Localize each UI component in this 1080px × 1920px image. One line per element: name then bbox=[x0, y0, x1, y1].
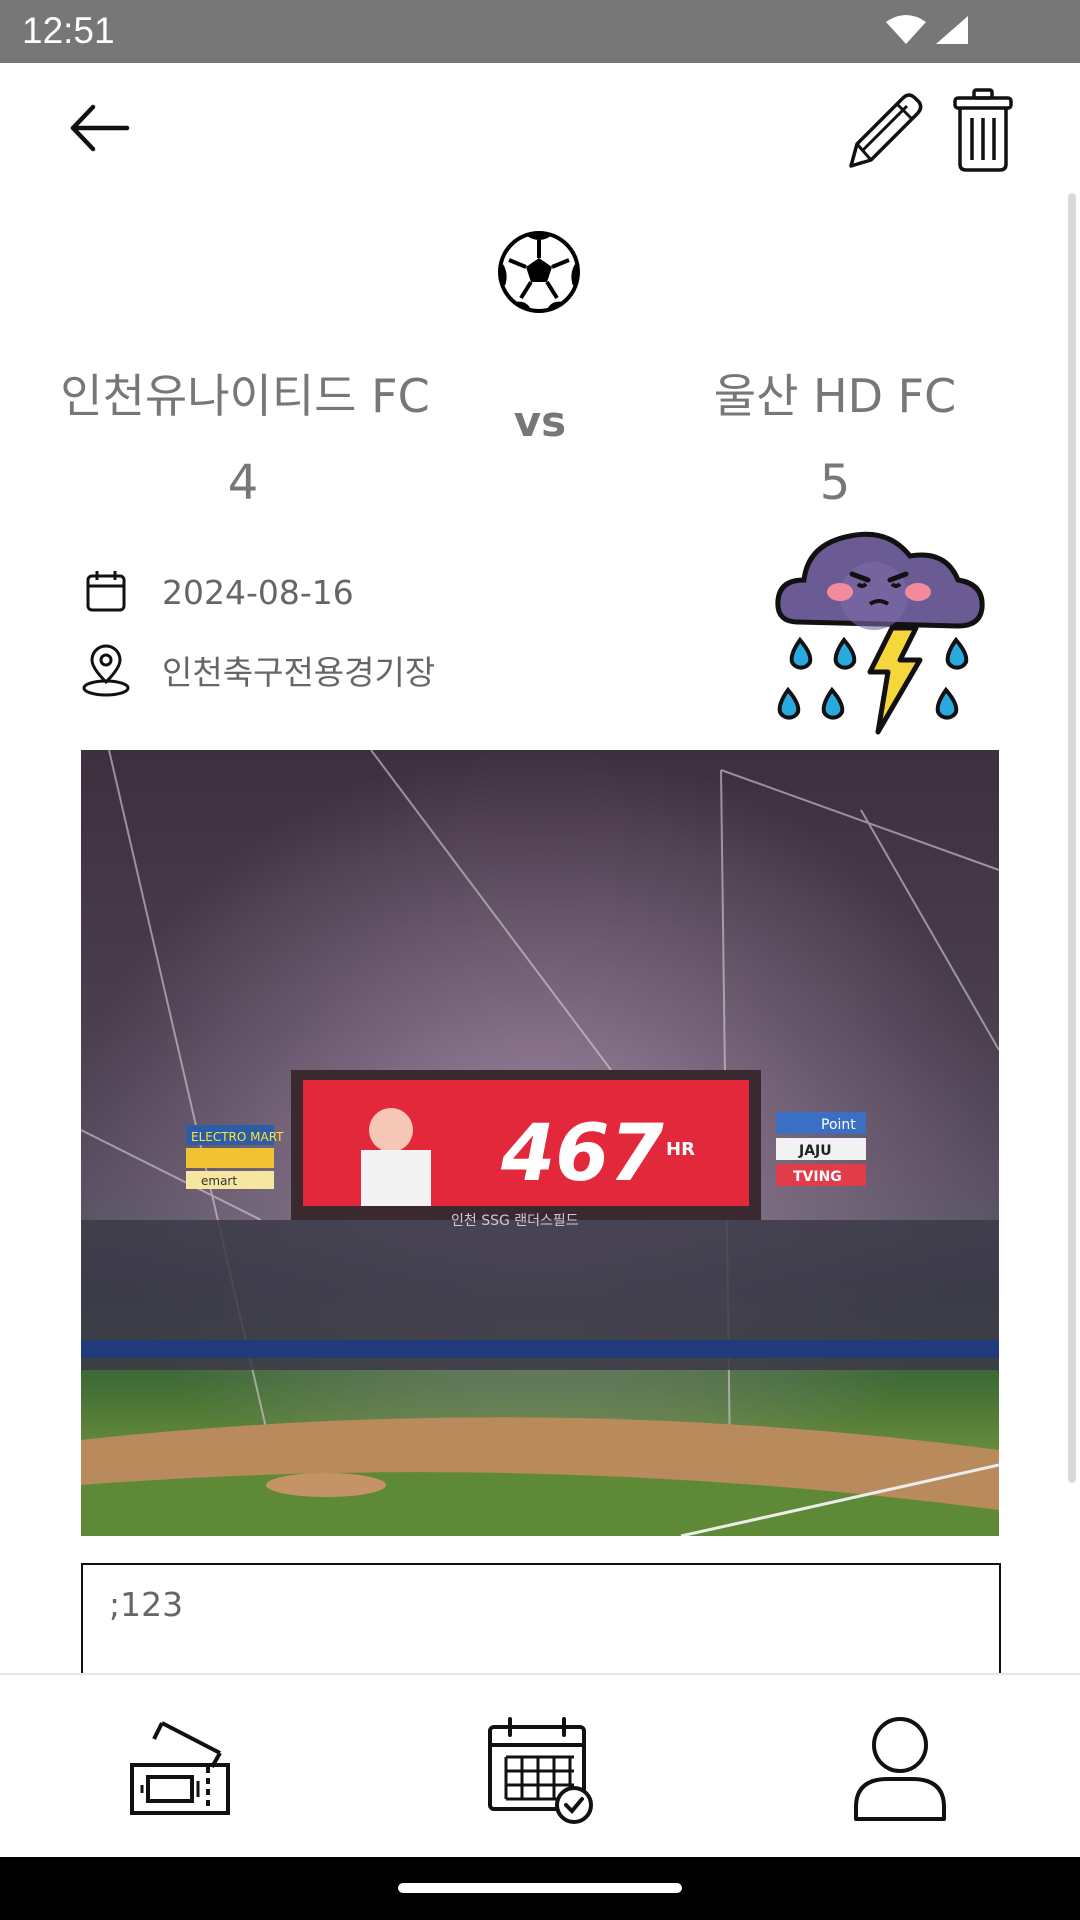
calendar-check-icon bbox=[488, 1717, 593, 1824]
calendar-icon bbox=[86, 571, 126, 612]
status-time: 12:51 bbox=[22, 10, 115, 51]
back-arrow-icon bbox=[70, 104, 130, 152]
vs-label: vs bbox=[513, 397, 567, 446]
away-score: 5 bbox=[819, 455, 851, 511]
signal-icon bbox=[936, 16, 968, 44]
storm-cloud-icon bbox=[775, 531, 985, 735]
home-team-name: 인천유나이티드 FC bbox=[60, 369, 430, 423]
stadium-photo: 467 HR ELECTRO MART emart Point JAJU TVI… bbox=[81, 750, 999, 1536]
board-left-3: emart bbox=[201, 1174, 237, 1188]
scoreboard-sub: HR bbox=[666, 1139, 695, 1160]
bottom-nav bbox=[0, 1673, 1080, 1859]
gesture-bar bbox=[0, 1857, 1080, 1920]
memo-field[interactable]: ;123 bbox=[81, 1563, 1001, 1675]
scrollbar[interactable] bbox=[1068, 193, 1076, 1483]
weather-illustration bbox=[770, 522, 992, 740]
board-right-2: JAJU bbox=[798, 1143, 832, 1159]
wifi-icon bbox=[886, 15, 926, 44]
home-gesture-handle[interactable] bbox=[398, 1883, 682, 1893]
nav-calendar[interactable] bbox=[484, 1715, 594, 1829]
nav-profile[interactable] bbox=[852, 1715, 948, 1829]
profile-icon bbox=[854, 1717, 946, 1821]
sport-icon bbox=[497, 230, 581, 318]
status-bar: 12:51 bbox=[0, 0, 1080, 63]
app-bar bbox=[0, 63, 1080, 193]
delete-button[interactable] bbox=[948, 85, 1018, 175]
back-button[interactable] bbox=[60, 93, 140, 163]
trash-icon bbox=[953, 88, 1013, 172]
away-team-name: 울산 HD FC bbox=[713, 369, 957, 423]
memo-text: ;123 bbox=[109, 1585, 184, 1624]
ticket-icon bbox=[130, 1721, 230, 1815]
stadium-row: 인천축구전용경기장 bbox=[80, 642, 435, 698]
scoreboard-number: 467 bbox=[500, 1109, 665, 1199]
stadium-name: 인천축구전용경기장 bbox=[162, 653, 436, 692]
board-right-1: Point bbox=[821, 1117, 856, 1133]
date-row: 2024-08-16 bbox=[80, 568, 354, 616]
status-icons bbox=[886, 14, 970, 46]
soccer-ball-icon bbox=[498, 231, 580, 313]
pencil-icon bbox=[849, 93, 923, 168]
edit-button[interactable] bbox=[840, 85, 930, 175]
board-right-3: TVING bbox=[793, 1169, 842, 1185]
home-score: 4 bbox=[227, 455, 259, 511]
nav-tickets[interactable] bbox=[128, 1715, 232, 1823]
stadium-sign: 인천 SSG 랜더스필드 bbox=[451, 1213, 579, 1229]
board-left-1: ELECTRO MART bbox=[191, 1130, 284, 1144]
match-photo[interactable]: 467 HR ELECTRO MART emart Point JAJU TVI… bbox=[81, 750, 999, 1536]
location-pin-icon bbox=[82, 644, 130, 697]
match-date: 2024-08-16 bbox=[162, 572, 354, 612]
